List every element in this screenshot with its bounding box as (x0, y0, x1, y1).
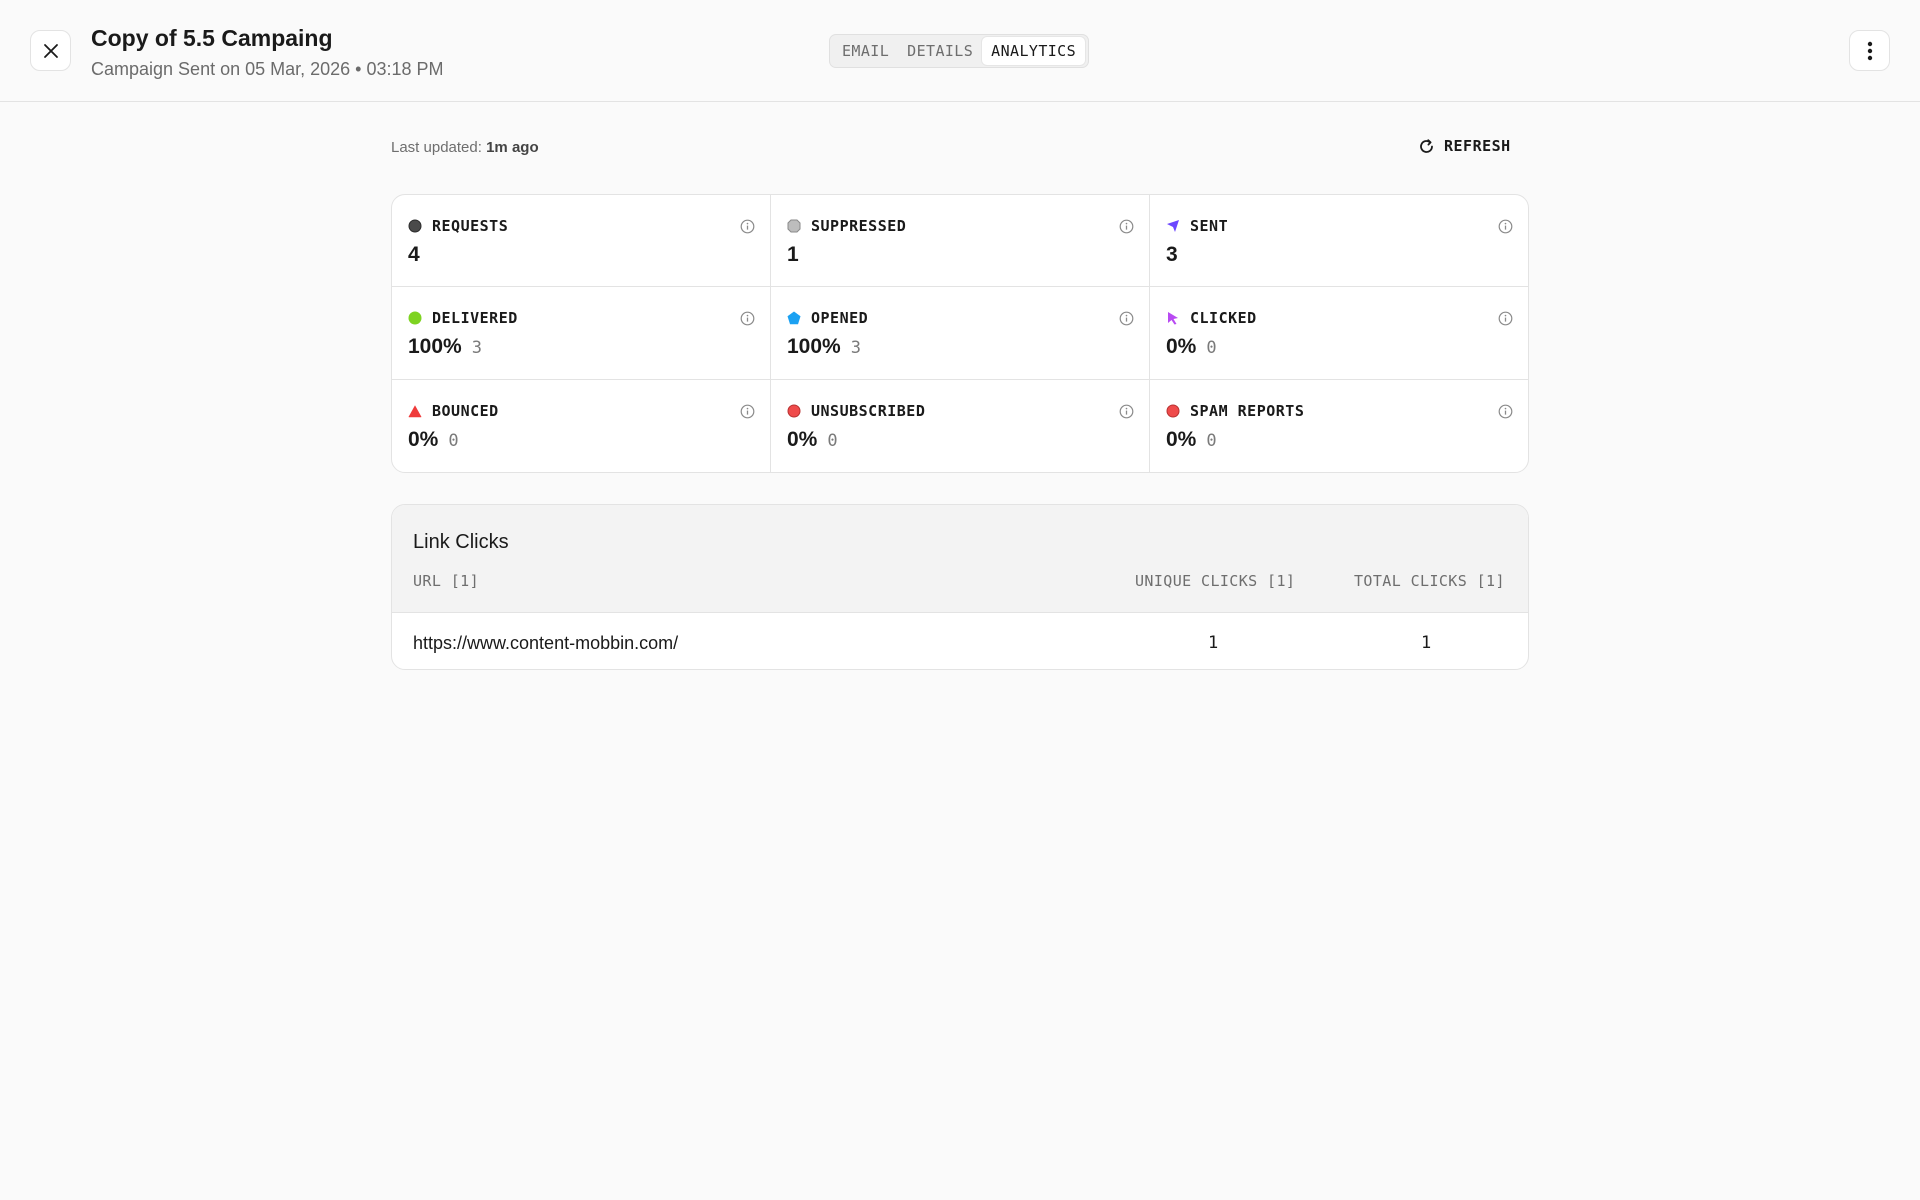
view-tabs: EMAIL DETAILS ANALYTICS (829, 34, 1090, 68)
more-options-button[interactable] (1849, 30, 1890, 71)
stat-opened: OPENED 100% 3 (771, 287, 1150, 380)
info-icon[interactable] (740, 219, 755, 234)
stats-grid: REQUESTS 4 SUPPRESSED 1 SENT 3 DELIVERED… (391, 194, 1529, 473)
last-updated: Last updated: 1m ago (391, 139, 539, 157)
circle-icon (787, 404, 801, 418)
unique-clicks-value: 1 (1208, 633, 1219, 653)
stat-value: 1 (787, 243, 799, 266)
column-header-total-clicks: TOTAL CLICKS [1] (1354, 572, 1505, 590)
table-header: Link Clicks URL [1] UNIQUE CLICKS [1] TO… (392, 505, 1528, 613)
circle-icon (1166, 404, 1180, 418)
link-url[interactable]: https://www.content-mobbin.com/ (413, 632, 678, 654)
column-header-url: URL [1] (413, 572, 480, 590)
refresh-label: REFRESH (1444, 137, 1511, 155)
stat-label: CLICKED (1190, 309, 1257, 327)
info-icon[interactable] (1498, 219, 1513, 234)
info-icon[interactable] (1119, 404, 1134, 419)
stat-value: 3 (1166, 243, 1178, 266)
triangle-icon (408, 405, 422, 418)
page-title: Copy of 5.5 Campaing (91, 25, 333, 51)
octagon-icon (787, 219, 801, 233)
stat-count: 3 (471, 338, 482, 358)
stat-value: 0% (1166, 335, 1197, 358)
stat-value: 4 (408, 243, 420, 266)
circle-icon (408, 219, 422, 233)
send-icon (1167, 220, 1179, 232)
stat-label: OPENED (811, 309, 869, 327)
info-icon[interactable] (1119, 219, 1134, 234)
stat-value: 0% (787, 428, 818, 451)
column-header-unique-clicks: UNIQUE CLICKS [1] (1135, 572, 1296, 590)
stat-label: REQUESTS (432, 217, 509, 235)
cursor-icon (1168, 312, 1178, 325)
stat-clicked: CLICKED 0% 0 (1150, 287, 1528, 380)
stat-label: BOUNCED (432, 402, 499, 420)
section-title: Link Clicks (413, 531, 509, 553)
total-clicks-value: 1 (1421, 633, 1432, 653)
stat-count: 0 (1206, 338, 1217, 358)
info-icon[interactable] (1119, 311, 1134, 326)
more-vertical-icon (1867, 41, 1872, 60)
circle-icon (408, 311, 422, 325)
close-button[interactable] (30, 30, 71, 71)
stat-count: 3 (850, 338, 861, 358)
pentagon-icon (787, 311, 801, 325)
stat-bounced: BOUNCED 0% 0 (392, 380, 771, 472)
stat-sent: SENT 3 (1150, 195, 1528, 287)
stat-value: 100% (408, 335, 462, 358)
last-updated-label: Last updated: (391, 139, 482, 156)
stat-label: SPAM REPORTS (1190, 402, 1305, 420)
page-subtitle: Campaign Sent on 05 Mar, 2026 • 03:18 PM (91, 59, 444, 79)
stat-value: 0% (1166, 428, 1197, 451)
info-icon[interactable] (740, 311, 755, 326)
page-header: Copy of 5.5 Campaing Campaign Sent on 05… (0, 0, 1920, 102)
stat-count: 0 (1206, 431, 1217, 451)
refresh-icon (1420, 138, 1433, 153)
stat-unsubscribed: UNSUBSCRIBED 0% 0 (771, 380, 1150, 472)
last-updated-value: 1m ago (486, 139, 539, 156)
stat-label: SUPPRESSED (811, 217, 907, 235)
stat-label: SENT (1190, 217, 1229, 235)
tab-details[interactable]: DETAILS (898, 37, 982, 65)
stat-count: 0 (448, 431, 459, 451)
stat-delivered: DELIVERED 100% 3 (392, 287, 771, 380)
close-icon (43, 43, 58, 58)
info-icon[interactable] (740, 404, 755, 419)
stat-value: 100% (787, 335, 841, 358)
refresh-button[interactable]: REFRESH (1418, 137, 1511, 155)
stat-suppressed: SUPPRESSED 1 (771, 195, 1150, 287)
stat-count: 0 (827, 431, 838, 451)
tab-email[interactable]: EMAIL (833, 37, 898, 65)
stat-label: DELIVERED (432, 309, 518, 327)
stat-value: 0% (408, 428, 439, 451)
info-icon[interactable] (1498, 311, 1513, 326)
title-block: Copy of 5.5 Campaing Campaign Sent on 05… (91, 24, 444, 80)
link-clicks-table: Link Clicks URL [1] UNIQUE CLICKS [1] TO… (391, 504, 1529, 670)
stat-label: UNSUBSCRIBED (811, 402, 926, 420)
tab-analytics[interactable]: ANALYTICS (982, 37, 1086, 65)
stat-requests: REQUESTS 4 (392, 195, 771, 287)
info-icon[interactable] (1498, 404, 1513, 419)
stat-spam-reports: SPAM REPORTS 0% 0 (1150, 380, 1528, 472)
